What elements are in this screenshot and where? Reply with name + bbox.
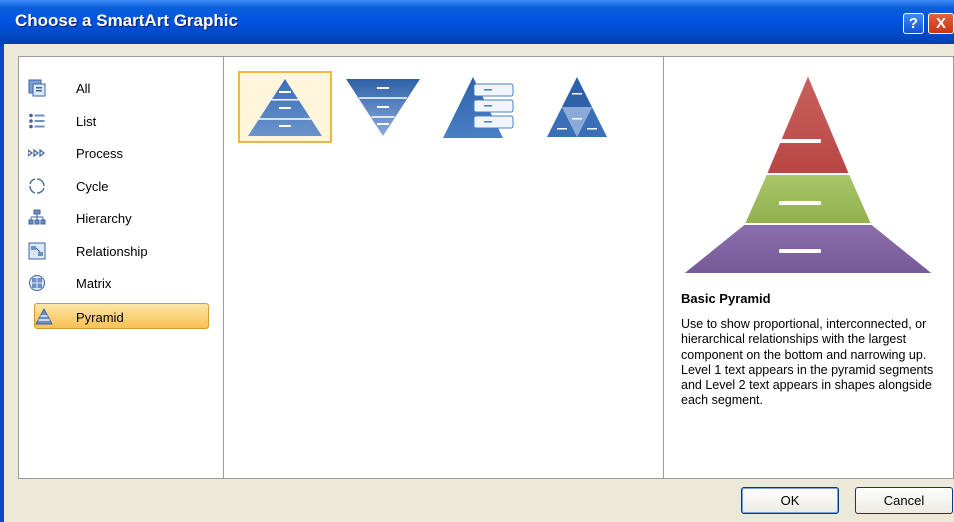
window-frame [0, 44, 4, 522]
close-icon: X [935, 15, 946, 32]
pyramid-top-segment [764, 71, 852, 175]
category-label: Pyramid [76, 309, 124, 325]
category-item-all[interactable]: All [24, 75, 214, 101]
gallery-item-pyramid-list[interactable] [440, 71, 534, 143]
process-icon [28, 144, 46, 162]
pyramid-list-thumbnail-icon [443, 77, 514, 138]
help-icon: ? [908, 15, 919, 32]
category-item-matrix[interactable]: Matrix [24, 270, 214, 296]
cycle-icon [28, 177, 46, 195]
category-label: List [76, 113, 97, 129]
category-list: All List Process Cycle Hierarchy Relatio… [24, 75, 214, 335]
matrix-icon [28, 274, 46, 292]
category-label: Hierarchy [76, 211, 132, 226]
cancel-button[interactable]: Cancel [855, 487, 953, 514]
category-label: Process [76, 146, 123, 161]
title-bar: Choose a SmartArt Graphic ? X [0, 0, 954, 44]
help-button[interactable]: ? [903, 13, 924, 34]
list-icon [28, 112, 46, 130]
preview-title: Basic Pyramid [681, 291, 771, 306]
ok-button[interactable]: OK [741, 487, 839, 514]
preview-divider [663, 57, 664, 478]
preview-image [679, 70, 937, 283]
pyramid-icon [35, 307, 53, 326]
basic-pyramid-thumbnail-icon [248, 79, 322, 136]
category-label: Relationship [76, 243, 148, 259]
category-item-list[interactable]: List [24, 108, 214, 134]
category-item-relationship[interactable]: Relationship [24, 238, 214, 264]
category-label: All [76, 81, 91, 96]
inverted-pyramid-thumbnail-icon [346, 79, 420, 136]
category-item-cycle[interactable]: Cycle [24, 173, 214, 199]
gallery-item-inverted-pyramid[interactable] [342, 71, 436, 143]
category-divider [223, 57, 224, 478]
pyramid-middle-segment [742, 173, 874, 225]
basic-pyramid-preview-icon [679, 71, 937, 275]
category-item-process[interactable]: Process [24, 140, 214, 166]
relationship-icon [28, 242, 46, 260]
category-item-hierarchy[interactable]: Hierarchy [24, 205, 214, 231]
segmented-pyramid-thumbnail-icon [547, 77, 607, 137]
preview-description: Use to show proportional, interconnected… [681, 317, 934, 408]
category-label: Cycle [76, 178, 109, 194]
all-icon [28, 79, 46, 97]
gallery-item-basic-pyramid[interactable] [238, 71, 332, 143]
dialog-title: Choose a SmartArt Graphic [15, 11, 238, 30]
gallery-item-segmented-pyramid[interactable] [530, 71, 624, 143]
close-button[interactable]: X [928, 13, 954, 34]
category-label: Matrix [76, 276, 112, 291]
category-item-pyramid[interactable]: Pyramid [34, 302, 209, 329]
hierarchy-icon [28, 209, 46, 227]
